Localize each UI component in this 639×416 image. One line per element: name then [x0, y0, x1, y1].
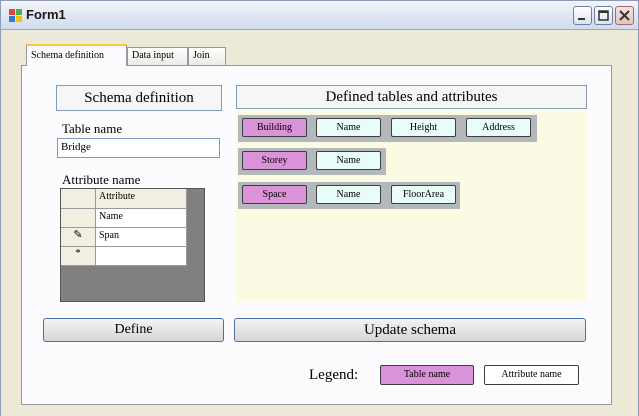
attribute-cell[interactable]: Span	[96, 228, 187, 247]
table-chip[interactable]: Building	[242, 118, 307, 137]
legend-attribute-name-chip: Attribute name	[484, 365, 579, 385]
row-header[interactable]	[61, 209, 96, 228]
attribute-column-header[interactable]: Attribute	[96, 189, 187, 209]
maximize-icon	[598, 10, 609, 21]
maximize-button[interactable]	[594, 6, 613, 25]
tab-join[interactable]: Join	[188, 47, 226, 65]
attribute-grid[interactable]: Attribute Name ✎ Span *	[60, 188, 205, 302]
minimize-button[interactable]	[573, 6, 592, 25]
defined-tables-header: Defined tables and attributes	[236, 85, 587, 109]
close-button[interactable]	[615, 6, 634, 25]
table-chip[interactable]: Space	[242, 185, 307, 204]
attribute-chip[interactable]: Address	[466, 118, 531, 137]
attribute-cell[interactable]	[96, 247, 187, 266]
tab-data-input[interactable]: Data input	[127, 47, 188, 65]
table-name-label: Table name	[62, 121, 123, 136]
form-app-icon	[9, 9, 22, 22]
legend-label: Legend:	[309, 367, 359, 383]
update-schema-button[interactable]: Update schema	[234, 318, 586, 342]
attribute-chip[interactable]: Height	[391, 118, 456, 137]
attribute-chip[interactable]: Name	[316, 185, 381, 204]
attribute-cell[interactable]: Name	[96, 209, 187, 228]
attribute-name-label: Attribute name	[62, 172, 141, 187]
legend-table-name-chip: Table name	[380, 365, 474, 385]
window-title: Form1	[26, 7, 66, 22]
row-header-editing-pencil-icon[interactable]: ✎	[61, 228, 96, 247]
attribute-chip[interactable]: Name	[316, 151, 381, 170]
attribute-chip[interactable]: FloorArea	[391, 185, 456, 204]
schema-definition-header: Schema definition	[56, 85, 222, 111]
table-name-input[interactable]: Bridge	[57, 138, 220, 158]
minimize-icon	[578, 18, 585, 20]
row-header-new-row-icon[interactable]: *	[61, 247, 96, 266]
grid-corner	[61, 189, 96, 209]
tab-schema-definition[interactable]: Schema definition	[26, 44, 127, 66]
title-bar[interactable]: Form1	[0, 0, 639, 30]
define-button[interactable]: Define	[43, 318, 224, 342]
attribute-chip[interactable]: Name	[316, 118, 381, 137]
table-chip[interactable]: Storey	[242, 151, 307, 170]
close-icon	[619, 10, 630, 21]
